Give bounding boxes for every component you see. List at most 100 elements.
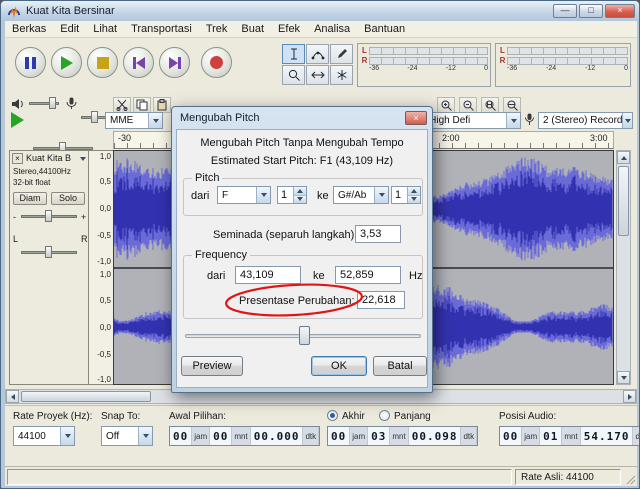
length-radio[interactable] xyxy=(379,410,390,421)
audio-position-field[interactable]: 00jam 01mnt 54.170dtk xyxy=(499,426,639,446)
recording-meter[interactable]: L R -36 -24 -12 0 xyxy=(495,43,631,87)
solo-button[interactable]: Solo xyxy=(51,192,85,205)
pitch-from-octave-spinner[interactable]: 1 xyxy=(277,186,307,204)
zoom-out-icon xyxy=(463,100,474,111)
skip-end-button[interactable] xyxy=(159,47,190,78)
end-radio-label[interactable]: Akhir xyxy=(342,411,365,422)
minimize-button[interactable]: — xyxy=(553,4,577,18)
pencil-icon xyxy=(337,49,347,58)
menu-item-lihat[interactable]: Lihat xyxy=(86,22,124,36)
recording-meter-left-label: L xyxy=(500,46,505,55)
play-at-speed-button[interactable] xyxy=(11,112,24,128)
playback-meter-left-label: L xyxy=(362,46,367,55)
fit-project-button[interactable] xyxy=(503,97,521,113)
pitch-from-label: dari xyxy=(191,190,210,202)
project-rate-select[interactable]: 44100 xyxy=(13,426,75,446)
maximize-button[interactable]: □ xyxy=(579,4,603,18)
semitones-input[interactable]: 3,53 xyxy=(355,225,401,243)
gain-thumb[interactable] xyxy=(45,210,52,222)
vertical-scroll-thumb[interactable] xyxy=(618,166,629,236)
dialog-close-button[interactable]: × xyxy=(405,111,427,125)
percent-slider[interactable] xyxy=(185,326,421,346)
percent-slider-thumb[interactable] xyxy=(299,326,310,345)
scroll-down-button[interactable] xyxy=(617,371,630,384)
fit-selection-button[interactable] xyxy=(481,97,499,113)
host-select[interactable]: MME xyxy=(105,112,163,129)
mute-button[interactable]: Diam xyxy=(13,192,47,205)
scroll-up-button[interactable] xyxy=(617,151,630,164)
dialog-title-bar[interactable]: Mengubah Pitch xyxy=(172,107,432,129)
spin-down-icon xyxy=(294,195,306,203)
selection-tool-button[interactable] xyxy=(282,44,305,64)
menu-item-analisa[interactable]: Analisa xyxy=(307,22,357,36)
title-bar[interactable]: Kuat Kita Bersinar — □ × xyxy=(1,1,639,21)
output-volume-thumb[interactable] xyxy=(49,97,56,109)
recording-meter-left-bar xyxy=(507,46,628,55)
scale-label: -0,5 xyxy=(97,350,111,359)
pause-icon xyxy=(25,56,36,69)
end-radio[interactable] xyxy=(327,410,338,421)
pitch-from-note-select[interactable]: F xyxy=(217,186,271,204)
cancel-button[interactable]: Batal xyxy=(373,356,427,376)
envelope-tool-button[interactable] xyxy=(306,44,329,64)
gain-slider[interactable] xyxy=(21,209,77,223)
playback-meter[interactable]: L R -36 -24 -12 0 xyxy=(357,43,491,87)
timeline-label: 3:00 xyxy=(590,133,608,143)
cut-button[interactable] xyxy=(113,97,131,113)
record-button[interactable] xyxy=(201,47,232,78)
stop-button[interactable] xyxy=(87,47,118,78)
pitch-to-note-select[interactable]: G#/Ab xyxy=(333,186,389,204)
menu-item-edit[interactable]: Edit xyxy=(53,22,86,36)
pitch-to-octave-spinner[interactable]: 1 xyxy=(391,186,421,204)
pan-left-label: L xyxy=(13,234,19,244)
actual-rate-panel: Rate Asli: 44100 xyxy=(515,469,621,485)
playback-meter-scale: -36 -24 -12 0 xyxy=(369,65,488,72)
change-pitch-dialog: Mengubah Pitch × Mengubah Pitch Tanpa Me… xyxy=(171,106,433,393)
zoom-out-button[interactable] xyxy=(459,97,477,113)
scissors-icon xyxy=(116,99,128,111)
resize-grip[interactable] xyxy=(626,475,636,485)
zoom-tool-button[interactable] xyxy=(282,65,305,85)
menu-item-transportasi[interactable]: Transportasi xyxy=(124,22,199,36)
horizontal-scroll-thumb[interactable] xyxy=(21,391,151,402)
ok-button[interactable]: OK xyxy=(311,356,367,376)
length-radio-label[interactable]: Panjang xyxy=(394,411,431,422)
pan-slider[interactable] xyxy=(21,245,77,259)
timeline-label: -30 xyxy=(118,133,132,143)
timeshift-tool-button[interactable] xyxy=(306,65,329,85)
playback-meter-right-bar xyxy=(369,56,488,65)
play-button[interactable] xyxy=(51,47,82,78)
chevron-down-icon xyxy=(60,427,74,445)
scroll-left-button[interactable] xyxy=(6,390,19,403)
selection-end-field[interactable]: 00 jam 03 mnt 00.098 dtk xyxy=(327,426,479,446)
close-button[interactable]: × xyxy=(605,4,635,18)
pan-thumb[interactable] xyxy=(45,246,52,258)
preview-button[interactable]: Preview xyxy=(181,356,243,376)
input-volume-thumb[interactable] xyxy=(91,111,98,123)
scroll-right-button[interactable] xyxy=(623,390,636,403)
menu-item-buat[interactable]: Buat xyxy=(234,22,271,36)
snap-select[interactable]: Off xyxy=(101,426,153,446)
pause-button[interactable] xyxy=(15,47,46,78)
draw-tool-button[interactable] xyxy=(330,44,353,64)
multi-tool-button[interactable] xyxy=(330,65,353,85)
menu-item-berkas[interactable]: Berkas xyxy=(5,22,53,36)
selection-start-field[interactable]: 00 jam 00 mnt 00.000 dtk xyxy=(169,426,321,446)
vertical-scrollbar[interactable] xyxy=(616,150,631,385)
input-volume-slider[interactable] xyxy=(81,110,107,124)
menu-item-bantuan[interactable]: Bantuan xyxy=(357,22,412,36)
input-device-select[interactable]: 2 (Stereo) Record xyxy=(538,112,633,129)
scale-label: 0,0 xyxy=(99,323,111,332)
menu-item-efek[interactable]: Efek xyxy=(271,22,307,36)
scale-label: -0,5 xyxy=(97,231,111,240)
skip-start-button[interactable] xyxy=(123,47,154,78)
track-menu-chevron-down-icon[interactable] xyxy=(80,157,86,161)
output-volume-slider[interactable] xyxy=(29,96,59,110)
menu-item-trek[interactable]: Trek xyxy=(199,22,235,36)
vertical-ruler[interactable]: 1,0 0,5 0,0 -0,5 -1,0 1,0 0,5 0,0 -0,5 -… xyxy=(89,150,113,385)
track-close-button[interactable]: × xyxy=(12,153,23,164)
track-depth: 32-bit float xyxy=(13,178,51,187)
zoom-in-button[interactable] xyxy=(437,97,455,113)
paste-button[interactable] xyxy=(153,97,171,113)
copy-button[interactable] xyxy=(133,97,151,113)
